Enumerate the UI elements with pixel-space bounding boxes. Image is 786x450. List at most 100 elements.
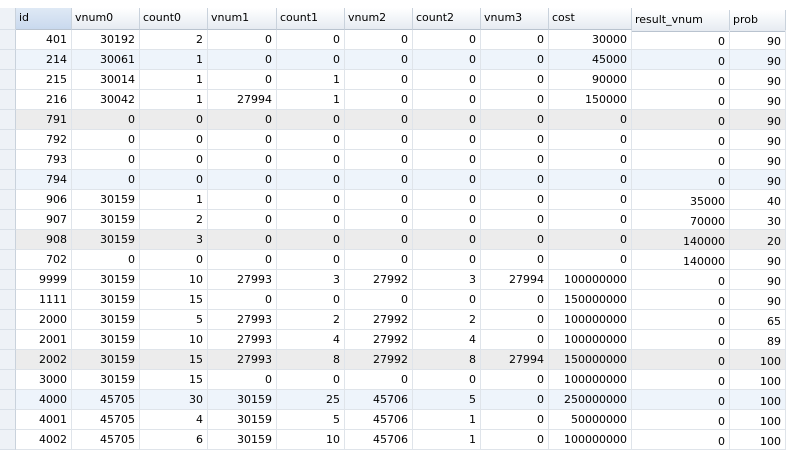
cell-id[interactable]: 792: [16, 130, 72, 149]
cell-count1[interactable]: 0: [277, 110, 345, 129]
column-header-cost[interactable]: cost: [549, 8, 632, 30]
cell-vnum3[interactable]: 0: [481, 410, 549, 429]
cell-count0[interactable]: 0: [140, 150, 208, 169]
cell-vnum1[interactable]: 27993: [208, 310, 277, 329]
cell-count2[interactable]: 0: [413, 90, 481, 109]
cell-count2[interactable]: 0: [413, 130, 481, 149]
cell-prob[interactable]: 20: [730, 230, 786, 249]
cell-result-vnum[interactable]: 140000: [632, 230, 730, 249]
cell-id[interactable]: 1111: [16, 290, 72, 309]
row-selector[interactable]: [0, 190, 16, 210]
cell-vnum3[interactable]: 0: [481, 370, 549, 389]
cell-vnum1[interactable]: 27993: [208, 270, 277, 289]
cell-count1[interactable]: 8: [277, 350, 345, 369]
cell-cost[interactable]: 150000000: [549, 350, 632, 369]
cell-vnum1[interactable]: 0: [208, 110, 277, 129]
cell-vnum3[interactable]: 0: [481, 210, 549, 229]
cell-vnum3[interactable]: 0: [481, 150, 549, 169]
cell-prob[interactable]: 90: [730, 110, 786, 129]
cell-vnum0[interactable]: 30159: [72, 370, 140, 389]
cell-vnum1[interactable]: 30159: [208, 430, 277, 449]
table-row[interactable]: 4001 45705 4 30159 5 45706 1 0 50000000 0 100: [16, 410, 786, 430]
cell-count0[interactable]: 0: [140, 250, 208, 269]
cell-vnum1[interactable]: 0: [208, 370, 277, 389]
cell-vnum1[interactable]: 30159: [208, 410, 277, 429]
cell-vnum3[interactable]: 0: [481, 290, 549, 309]
cell-count0[interactable]: 1: [140, 90, 208, 109]
column-header-count0[interactable]: count0: [140, 8, 208, 30]
cell-id[interactable]: 794: [16, 170, 72, 189]
corner-cell[interactable]: [0, 8, 16, 30]
cell-result-vnum[interactable]: 0: [632, 90, 730, 109]
cell-cost[interactable]: 0: [549, 130, 632, 149]
table-row[interactable]: 791 0 0 0 0 0 0 0 0 0 90: [16, 110, 786, 130]
cell-prob[interactable]: 100: [730, 390, 786, 409]
cell-count2[interactable]: 0: [413, 70, 481, 89]
cell-prob[interactable]: 65: [730, 310, 786, 329]
cell-count1[interactable]: 25: [277, 390, 345, 409]
cell-prob[interactable]: 90: [730, 270, 786, 289]
cell-cost[interactable]: 0: [549, 170, 632, 189]
cell-id[interactable]: 702: [16, 250, 72, 269]
row-selector[interactable]: [0, 390, 16, 410]
cell-count2[interactable]: 0: [413, 110, 481, 129]
cell-count1[interactable]: 0: [277, 210, 345, 229]
cell-count0[interactable]: 15: [140, 290, 208, 309]
cell-vnum2[interactable]: 0: [345, 190, 413, 209]
table-row[interactable]: 1111 30159 15 0 0 0 0 0 150000000 0 90: [16, 290, 786, 310]
column-header-count2[interactable]: count2: [413, 8, 481, 30]
row-selector[interactable]: [0, 250, 16, 270]
cell-count2[interactable]: 8: [413, 350, 481, 369]
cell-cost[interactable]: 0: [549, 190, 632, 209]
cell-vnum3[interactable]: 0: [481, 230, 549, 249]
cell-count0[interactable]: 4: [140, 410, 208, 429]
cell-count1[interactable]: 2: [277, 310, 345, 329]
cell-vnum0[interactable]: 30159: [72, 230, 140, 249]
cell-count1[interactable]: 0: [277, 370, 345, 389]
table-row[interactable]: 906 30159 1 0 0 0 0 0 0 35000 40: [16, 190, 786, 210]
cell-vnum0[interactable]: 30159: [72, 330, 140, 349]
cell-vnum3[interactable]: 0: [481, 50, 549, 69]
cell-vnum2[interactable]: 0: [345, 210, 413, 229]
cell-prob[interactable]: 100: [730, 350, 786, 369]
cell-vnum2[interactable]: 27992: [345, 330, 413, 349]
table-row[interactable]: 907 30159 2 0 0 0 0 0 0 70000 30: [16, 210, 786, 230]
row-selector[interactable]: [0, 70, 16, 90]
cell-id[interactable]: 214: [16, 50, 72, 69]
cell-count0[interactable]: 0: [140, 110, 208, 129]
cell-vnum2[interactable]: 0: [345, 90, 413, 109]
column-header-id[interactable]: id: [16, 8, 72, 30]
cell-result-vnum[interactable]: 0: [632, 70, 730, 89]
table-row[interactable]: 216 30042 1 27994 1 0 0 0 150000 0 90: [16, 90, 786, 110]
cell-cost[interactable]: 90000: [549, 70, 632, 89]
row-selector[interactable]: [0, 30, 16, 50]
column-header-result-vnum[interactable]: result_vnum: [632, 10, 730, 32]
cell-count2[interactable]: 1: [413, 410, 481, 429]
cell-count1[interactable]: 0: [277, 250, 345, 269]
cell-cost[interactable]: 100000000: [549, 330, 632, 349]
table-row[interactable]: 2000 30159 5 27993 2 27992 2 0 100000000 0 65: [16, 310, 786, 330]
cell-vnum2[interactable]: 0: [345, 370, 413, 389]
cell-vnum2[interactable]: 45706: [345, 430, 413, 449]
cell-count0[interactable]: 10: [140, 330, 208, 349]
cell-vnum1[interactable]: 0: [208, 190, 277, 209]
column-header-vnum1[interactable]: vnum1: [208, 8, 277, 30]
cell-vnum0[interactable]: 45705: [72, 390, 140, 409]
row-selector[interactable]: [0, 370, 16, 390]
cell-id[interactable]: 401: [16, 30, 72, 49]
cell-count2[interactable]: 4: [413, 330, 481, 349]
cell-result-vnum[interactable]: 0: [632, 170, 730, 189]
cell-vnum0[interactable]: 30159: [72, 310, 140, 329]
cell-vnum2[interactable]: 0: [345, 290, 413, 309]
table-row[interactable]: 792 0 0 0 0 0 0 0 0 0 90: [16, 130, 786, 150]
row-selector[interactable]: [0, 310, 16, 330]
cell-vnum0[interactable]: 30159: [72, 270, 140, 289]
cell-prob[interactable]: 90: [730, 170, 786, 189]
cell-vnum1[interactable]: 0: [208, 50, 277, 69]
cell-count0[interactable]: 30: [140, 390, 208, 409]
cell-count0[interactable]: 2: [140, 30, 208, 49]
cell-count2[interactable]: 0: [413, 30, 481, 49]
cell-count0[interactable]: 3: [140, 230, 208, 249]
cell-count2[interactable]: 0: [413, 190, 481, 209]
cell-result-vnum[interactable]: 70000: [632, 210, 730, 229]
